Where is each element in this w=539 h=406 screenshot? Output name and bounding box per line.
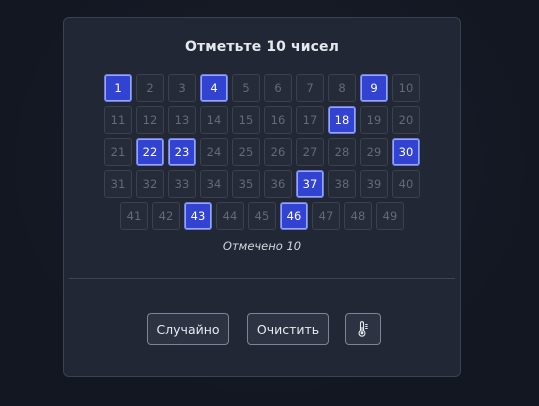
clear-button[interactable]: Очистить — [247, 313, 329, 345]
number-row-5: 41 42 43 44 45 46 47 48 49 — [64, 202, 460, 230]
number-cell[interactable]: 24 — [200, 138, 228, 166]
number-cell[interactable]: 20 — [392, 106, 420, 134]
thermometer-icon — [355, 321, 371, 337]
number-cell[interactable]: 6 — [264, 74, 292, 102]
card-title: Отметьте 10 чисел — [185, 39, 339, 55]
number-cell[interactable]: 8 — [328, 74, 356, 102]
number-row-3: 21 22 23 24 25 26 27 28 29 30 — [64, 138, 460, 166]
random-button[interactable]: Случайно — [147, 313, 229, 345]
number-row-1: 1 2 3 4 5 6 7 8 9 10 — [64, 74, 460, 102]
number-cell[interactable]: 42 — [152, 202, 180, 230]
number-cell-selected[interactable]: 30 — [392, 138, 420, 166]
number-cell[interactable]: 27 — [296, 138, 324, 166]
number-cell[interactable]: 25 — [232, 138, 260, 166]
number-cell[interactable]: 36 — [264, 170, 292, 198]
number-cell[interactable]: 38 — [328, 170, 356, 198]
number-cell-selected[interactable]: 18 — [328, 106, 356, 134]
number-cell-selected[interactable]: 43 — [184, 202, 212, 230]
number-cell[interactable]: 35 — [232, 170, 260, 198]
number-cell[interactable]: 12 — [136, 106, 164, 134]
number-cell[interactable]: 21 — [104, 138, 132, 166]
number-cell[interactable]: 39 — [360, 170, 388, 198]
number-cell[interactable]: 5 — [232, 74, 260, 102]
number-cell[interactable]: 41 — [120, 202, 148, 230]
number-cell-selected[interactable]: 23 — [168, 138, 196, 166]
number-row-4: 31 32 33 34 35 36 37 38 39 40 — [64, 170, 460, 198]
number-cell[interactable]: 29 — [360, 138, 388, 166]
number-cell[interactable]: 40 — [392, 170, 420, 198]
number-cell-selected[interactable]: 22 — [136, 138, 164, 166]
number-cell[interactable]: 17 — [296, 106, 324, 134]
number-cell[interactable]: 2 — [136, 74, 164, 102]
number-cell[interactable]: 3 — [168, 74, 196, 102]
number-cell-selected[interactable]: 4 — [200, 74, 228, 102]
number-cell[interactable]: 16 — [264, 106, 292, 134]
number-cell-selected[interactable]: 1 — [104, 74, 132, 102]
number-row-2: 11 12 13 14 15 16 17 18 19 20 — [64, 106, 460, 134]
number-cell[interactable]: 48 — [344, 202, 372, 230]
thermometer-button[interactable] — [345, 313, 381, 345]
number-cell[interactable]: 49 — [376, 202, 404, 230]
number-cell[interactable]: 15 — [232, 106, 260, 134]
number-cell[interactable]: 7 — [296, 74, 324, 102]
number-cell[interactable]: 45 — [248, 202, 276, 230]
number-cell[interactable]: 28 — [328, 138, 356, 166]
number-cell[interactable]: 26 — [264, 138, 292, 166]
number-cell-selected[interactable]: 37 — [296, 170, 324, 198]
number-cell[interactable]: 10 — [392, 74, 420, 102]
number-cell[interactable]: 47 — [312, 202, 340, 230]
number-cell[interactable]: 31 — [104, 170, 132, 198]
number-cell[interactable]: 44 — [216, 202, 244, 230]
number-cell[interactable]: 14 — [200, 106, 228, 134]
number-cell-selected[interactable]: 46 — [280, 202, 308, 230]
number-picker-card: Отметьте 10 чисел 1 2 3 4 5 6 7 8 9 10 11 12 13 14 15… — [63, 17, 461, 377]
number-cell[interactable]: 11 — [104, 106, 132, 134]
divider — [69, 278, 455, 279]
number-cell-selected[interactable]: 9 — [360, 74, 388, 102]
number-cell[interactable]: 13 — [168, 106, 196, 134]
number-cell[interactable]: 19 — [360, 106, 388, 134]
number-cell[interactable]: 32 — [136, 170, 164, 198]
selection-status: Отмечено 10 — [222, 239, 302, 253]
page: Отметьте 10 чисел 1 2 3 4 5 6 7 8 9 10 11 12 13 14 15… — [0, 0, 539, 406]
number-cell[interactable]: 33 — [168, 170, 196, 198]
number-cell[interactable]: 34 — [200, 170, 228, 198]
